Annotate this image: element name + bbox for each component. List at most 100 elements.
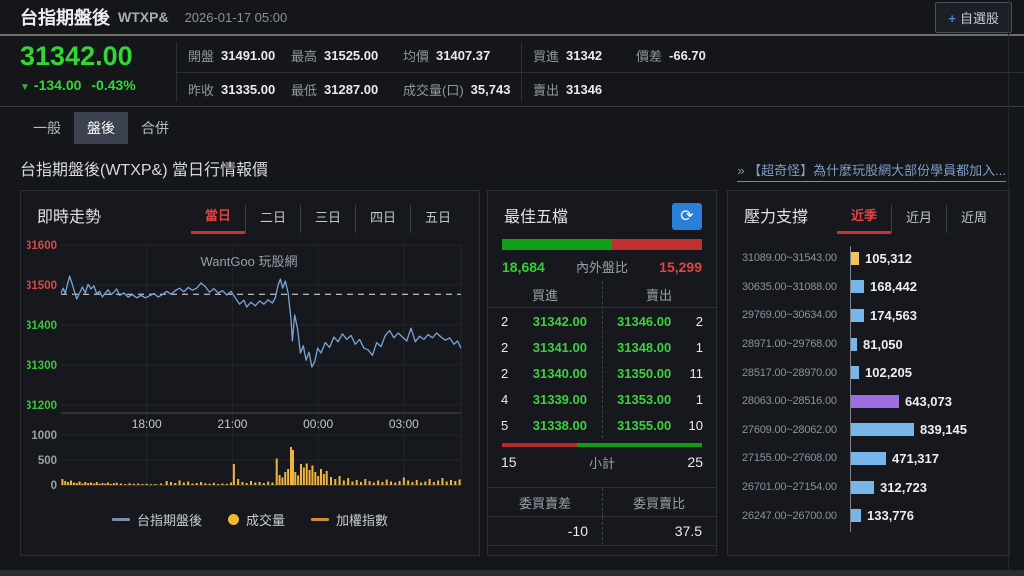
top-header: 台指期盤後 WTXP& 2026-01-17 05:00 +自選股 bbox=[0, 0, 1024, 36]
sell-volume: 10 bbox=[673, 418, 703, 433]
sell-subtotal: 25 bbox=[643, 454, 703, 470]
sell-volume: 2 bbox=[673, 314, 703, 329]
sr-price-range: 28517.00~28970.00 bbox=[742, 367, 848, 379]
diff-value: -10 bbox=[488, 523, 602, 539]
sr-bar bbox=[851, 366, 859, 379]
subtotal-label: 小計 bbox=[561, 453, 643, 472]
last-price-block: 31342.00 ▼-134.00-0.43% bbox=[20, 42, 170, 93]
sr-row: 26247.00~26700.00133,776 bbox=[742, 501, 999, 530]
stat-label: 價差 bbox=[636, 46, 662, 65]
diff-label: 委買賣差 bbox=[488, 493, 602, 512]
support-resistance-panel: 壓力支撐 近季近月近周 31089.00~31543.00 105,312 3063… bbox=[727, 190, 1010, 556]
legend-item[interactable]: 成交量 bbox=[228, 510, 285, 529]
symbol-code: WTXP& bbox=[118, 9, 169, 25]
tab-combined[interactable]: 合併 bbox=[128, 112, 182, 144]
legend-label: 加權指數 bbox=[336, 510, 388, 529]
stats-row: 開盤31491.00 最高31525.00 均價31407.37 bbox=[188, 38, 553, 72]
ratio-value: 37.5 bbox=[602, 523, 716, 539]
stat-prev-close: 昨收31335.00 bbox=[188, 80, 291, 99]
trend-tab-1[interactable]: 當日 bbox=[191, 203, 245, 234]
trend-tab-5[interactable]: 五日 bbox=[410, 205, 465, 233]
sr-tab-2[interactable]: 近月 bbox=[891, 205, 946, 233]
stat-avg: 均價 31407.37 bbox=[403, 46, 553, 65]
subtotal-row: 15 小計 25 bbox=[488, 449, 716, 475]
stat-label: 均價 bbox=[403, 46, 429, 65]
stat-value: 31287.00 bbox=[324, 82, 378, 97]
sr-panel-header: 壓力支撐 近季近月近周 bbox=[728, 191, 1009, 234]
inner-volume: 18,684 bbox=[502, 259, 545, 275]
svg-text:31200: 31200 bbox=[27, 400, 57, 412]
stat-label: 開盤 bbox=[188, 46, 214, 65]
trend-day-tabs: 當日二日三日四日五日 bbox=[191, 203, 465, 234]
svg-text:31400: 31400 bbox=[27, 320, 57, 332]
sr-tab-1[interactable]: 近季 bbox=[837, 203, 891, 234]
divider bbox=[602, 488, 603, 516]
trend-tab-3[interactable]: 三日 bbox=[300, 205, 355, 233]
sr-bar bbox=[851, 452, 886, 465]
stat-value: 31335.00 bbox=[221, 82, 275, 97]
divider bbox=[602, 281, 603, 438]
sr-row: 30635.00~31088.00 168,442 bbox=[742, 273, 999, 302]
buy-price: 31341.00 bbox=[531, 340, 602, 355]
trend-tab-4[interactable]: 四日 bbox=[355, 205, 410, 233]
sr-value: 105,312 bbox=[865, 251, 912, 266]
sell-price: 31355.00 bbox=[602, 418, 673, 433]
legend-item[interactable]: 台指期盤後 bbox=[112, 510, 202, 529]
tab-general[interactable]: 一般 bbox=[20, 112, 74, 144]
legend-item[interactable]: 加權指數 bbox=[311, 510, 388, 529]
stat-low: 最低 31287.00 bbox=[291, 80, 403, 99]
plus-icon: + bbox=[948, 11, 956, 26]
stat-value: 31346 bbox=[566, 82, 602, 97]
stat-label: 最低 bbox=[291, 80, 317, 99]
sell-column-header: 賣出 bbox=[602, 285, 716, 304]
sr-row: 26701.00~27154.00312,723 bbox=[742, 473, 999, 502]
stat-value: 31407.37 bbox=[436, 48, 490, 63]
outer-bar-segment bbox=[612, 239, 702, 250]
buy-price: 31339.00 bbox=[531, 392, 602, 407]
ratio-label: 委買賣比 bbox=[602, 493, 716, 512]
refresh-button[interactable]: ⟳ bbox=[672, 203, 702, 230]
buy-column-header: 買進 bbox=[488, 285, 602, 304]
price-change: -134.00 bbox=[34, 77, 81, 93]
buy-volume: 2 bbox=[501, 366, 531, 381]
sr-row: 28971.00~29768.0081,050 bbox=[742, 330, 999, 359]
sr-price-range: 30635.00~31088.00 bbox=[742, 281, 848, 293]
view-tab-bar: 一般 盤後 合併 bbox=[20, 112, 182, 144]
book-panel-header: 最佳五檔 ⟳ bbox=[488, 191, 716, 230]
sr-bar bbox=[851, 280, 864, 293]
sr-value: 312,723 bbox=[880, 480, 927, 495]
svg-text:1000: 1000 bbox=[31, 430, 57, 442]
svg-text:31500: 31500 bbox=[27, 280, 57, 292]
trend-panel-title: 即時走勢 bbox=[37, 203, 101, 227]
refresh-icon: ⟳ bbox=[680, 208, 693, 225]
trend-panel-header: 即時走勢 當日二日三日四日五日 bbox=[21, 191, 479, 234]
divider bbox=[1008, 0, 1009, 576]
svg-text:500: 500 bbox=[38, 455, 57, 467]
diff-headers: 委買賣差 委買賣比 bbox=[488, 488, 716, 517]
buy-price: 31340.00 bbox=[531, 366, 602, 381]
sell-volume: 1 bbox=[673, 392, 703, 407]
sr-price-range: 31089.00~31543.00 bbox=[742, 252, 848, 264]
buy-subtotal: 15 bbox=[501, 454, 561, 470]
price-change-pct: -0.43% bbox=[91, 77, 135, 93]
sr-tab-3[interactable]: 近周 bbox=[946, 205, 1001, 233]
stat-high: 最高31525.00 bbox=[291, 46, 403, 65]
buy-volume: 5 bbox=[501, 418, 531, 433]
tab-after-hours[interactable]: 盤後 bbox=[74, 112, 128, 144]
buy-volume: 2 bbox=[501, 340, 531, 355]
buy-volume: 4 bbox=[501, 392, 531, 407]
add-watchlist-button[interactable]: +自選股 bbox=[935, 2, 1012, 33]
buy-subtotal-segment bbox=[502, 443, 577, 447]
inner-outer-ratio-bar bbox=[502, 239, 702, 250]
sr-bar bbox=[851, 309, 864, 322]
promo-link[interactable]: » 【超奇怪】為什麼玩股網大部份學員都加入... bbox=[737, 160, 1006, 182]
trend-tab-2[interactable]: 二日 bbox=[245, 205, 300, 233]
sr-bar bbox=[851, 395, 899, 408]
svg-text:31600: 31600 bbox=[27, 240, 57, 252]
svg-text:18:00: 18:00 bbox=[132, 417, 162, 431]
sr-row: 28063.00~28516.00643,073 bbox=[742, 387, 999, 416]
order-book-table: 買進 賣出 231342.0031346.002231341.0031348.0… bbox=[488, 281, 716, 438]
sr-row: 29769.00~30634.00174,563 bbox=[742, 301, 999, 330]
sr-value: 168,442 bbox=[870, 279, 917, 294]
sr-row: 27155.00~27608.00471,317 bbox=[742, 444, 999, 473]
